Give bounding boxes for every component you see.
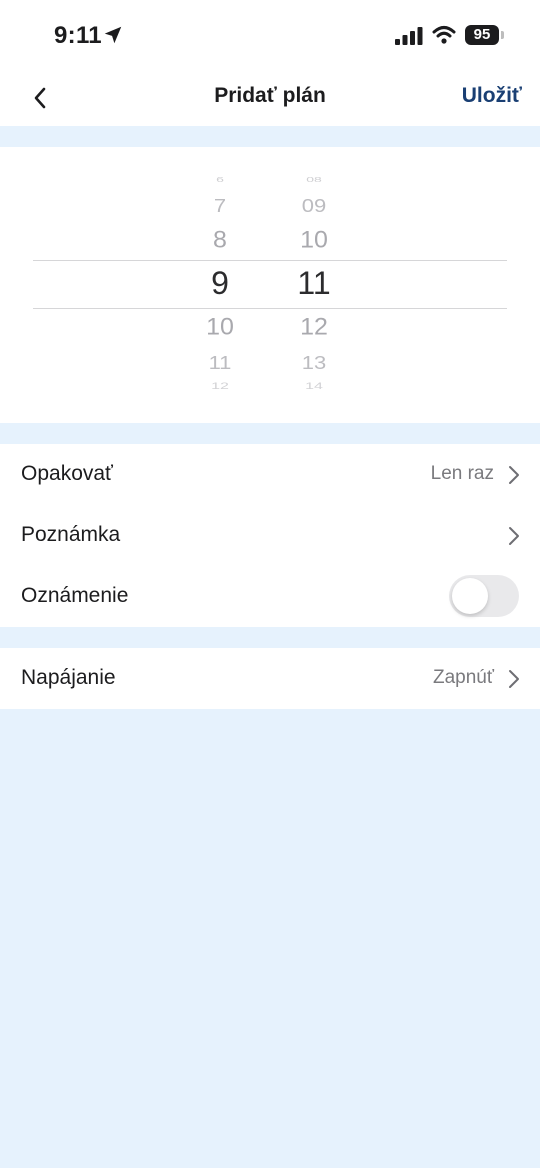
minute-option[interactable]: 09 — [254, 195, 374, 217]
nav-bar: Pridať plán Uložiť — [0, 72, 540, 126]
notification-toggle[interactable] — [449, 575, 519, 617]
time-picker: 6 7 8 9 10 11 12 08 09 10 11 12 13 14 — [0, 147, 540, 423]
minute-option[interactable]: 12 — [254, 314, 374, 342]
wifi-icon — [432, 26, 456, 44]
power-label: Napájanie — [21, 666, 116, 689]
chevron-right-icon — [509, 670, 519, 688]
repeat-value: Len raz — [430, 463, 494, 484]
repeat-row[interactable]: Opakovať Len raz — [0, 444, 540, 505]
status-time: 9:11 — [54, 22, 102, 49]
page-title: Pridať plán — [214, 84, 326, 107]
note-label: Poznámka — [21, 523, 121, 546]
battery-tip — [501, 31, 504, 39]
settings-card: Opakovať Len raz Poznámka Oznámenie — [0, 444, 540, 627]
power-value: Zapnúť — [433, 667, 494, 688]
minute-selected[interactable]: 11 — [254, 265, 374, 302]
power-card: Napájanie Zapnúť — [0, 648, 540, 709]
minute-option[interactable]: 14 — [254, 382, 374, 392]
minute-option[interactable]: 08 — [254, 175, 374, 184]
minute-option[interactable]: 13 — [254, 352, 374, 374]
status-bar: 9:11 95 — [0, 0, 540, 72]
note-row[interactable]: Poznámka — [0, 505, 540, 566]
battery-icon: 95 — [465, 25, 499, 45]
chevron-right-icon — [509, 527, 519, 545]
repeat-label: Opakovať — [21, 462, 113, 485]
minute-wheel[interactable]: 08 09 10 11 12 13 14 — [254, 147, 374, 423]
notification-row: Oznámenie — [0, 566, 540, 627]
signal-icon — [395, 27, 423, 45]
notification-label: Oznámenie — [21, 584, 129, 607]
power-row[interactable]: Napájanie Zapnúť — [0, 648, 540, 709]
battery-level: 95 — [473, 26, 491, 43]
minute-option[interactable]: 10 — [254, 227, 374, 255]
save-button[interactable]: Uložiť — [462, 84, 522, 108]
location-arrow-icon — [104, 26, 122, 44]
toggle-knob — [452, 578, 488, 614]
chevron-right-icon — [509, 466, 519, 484]
